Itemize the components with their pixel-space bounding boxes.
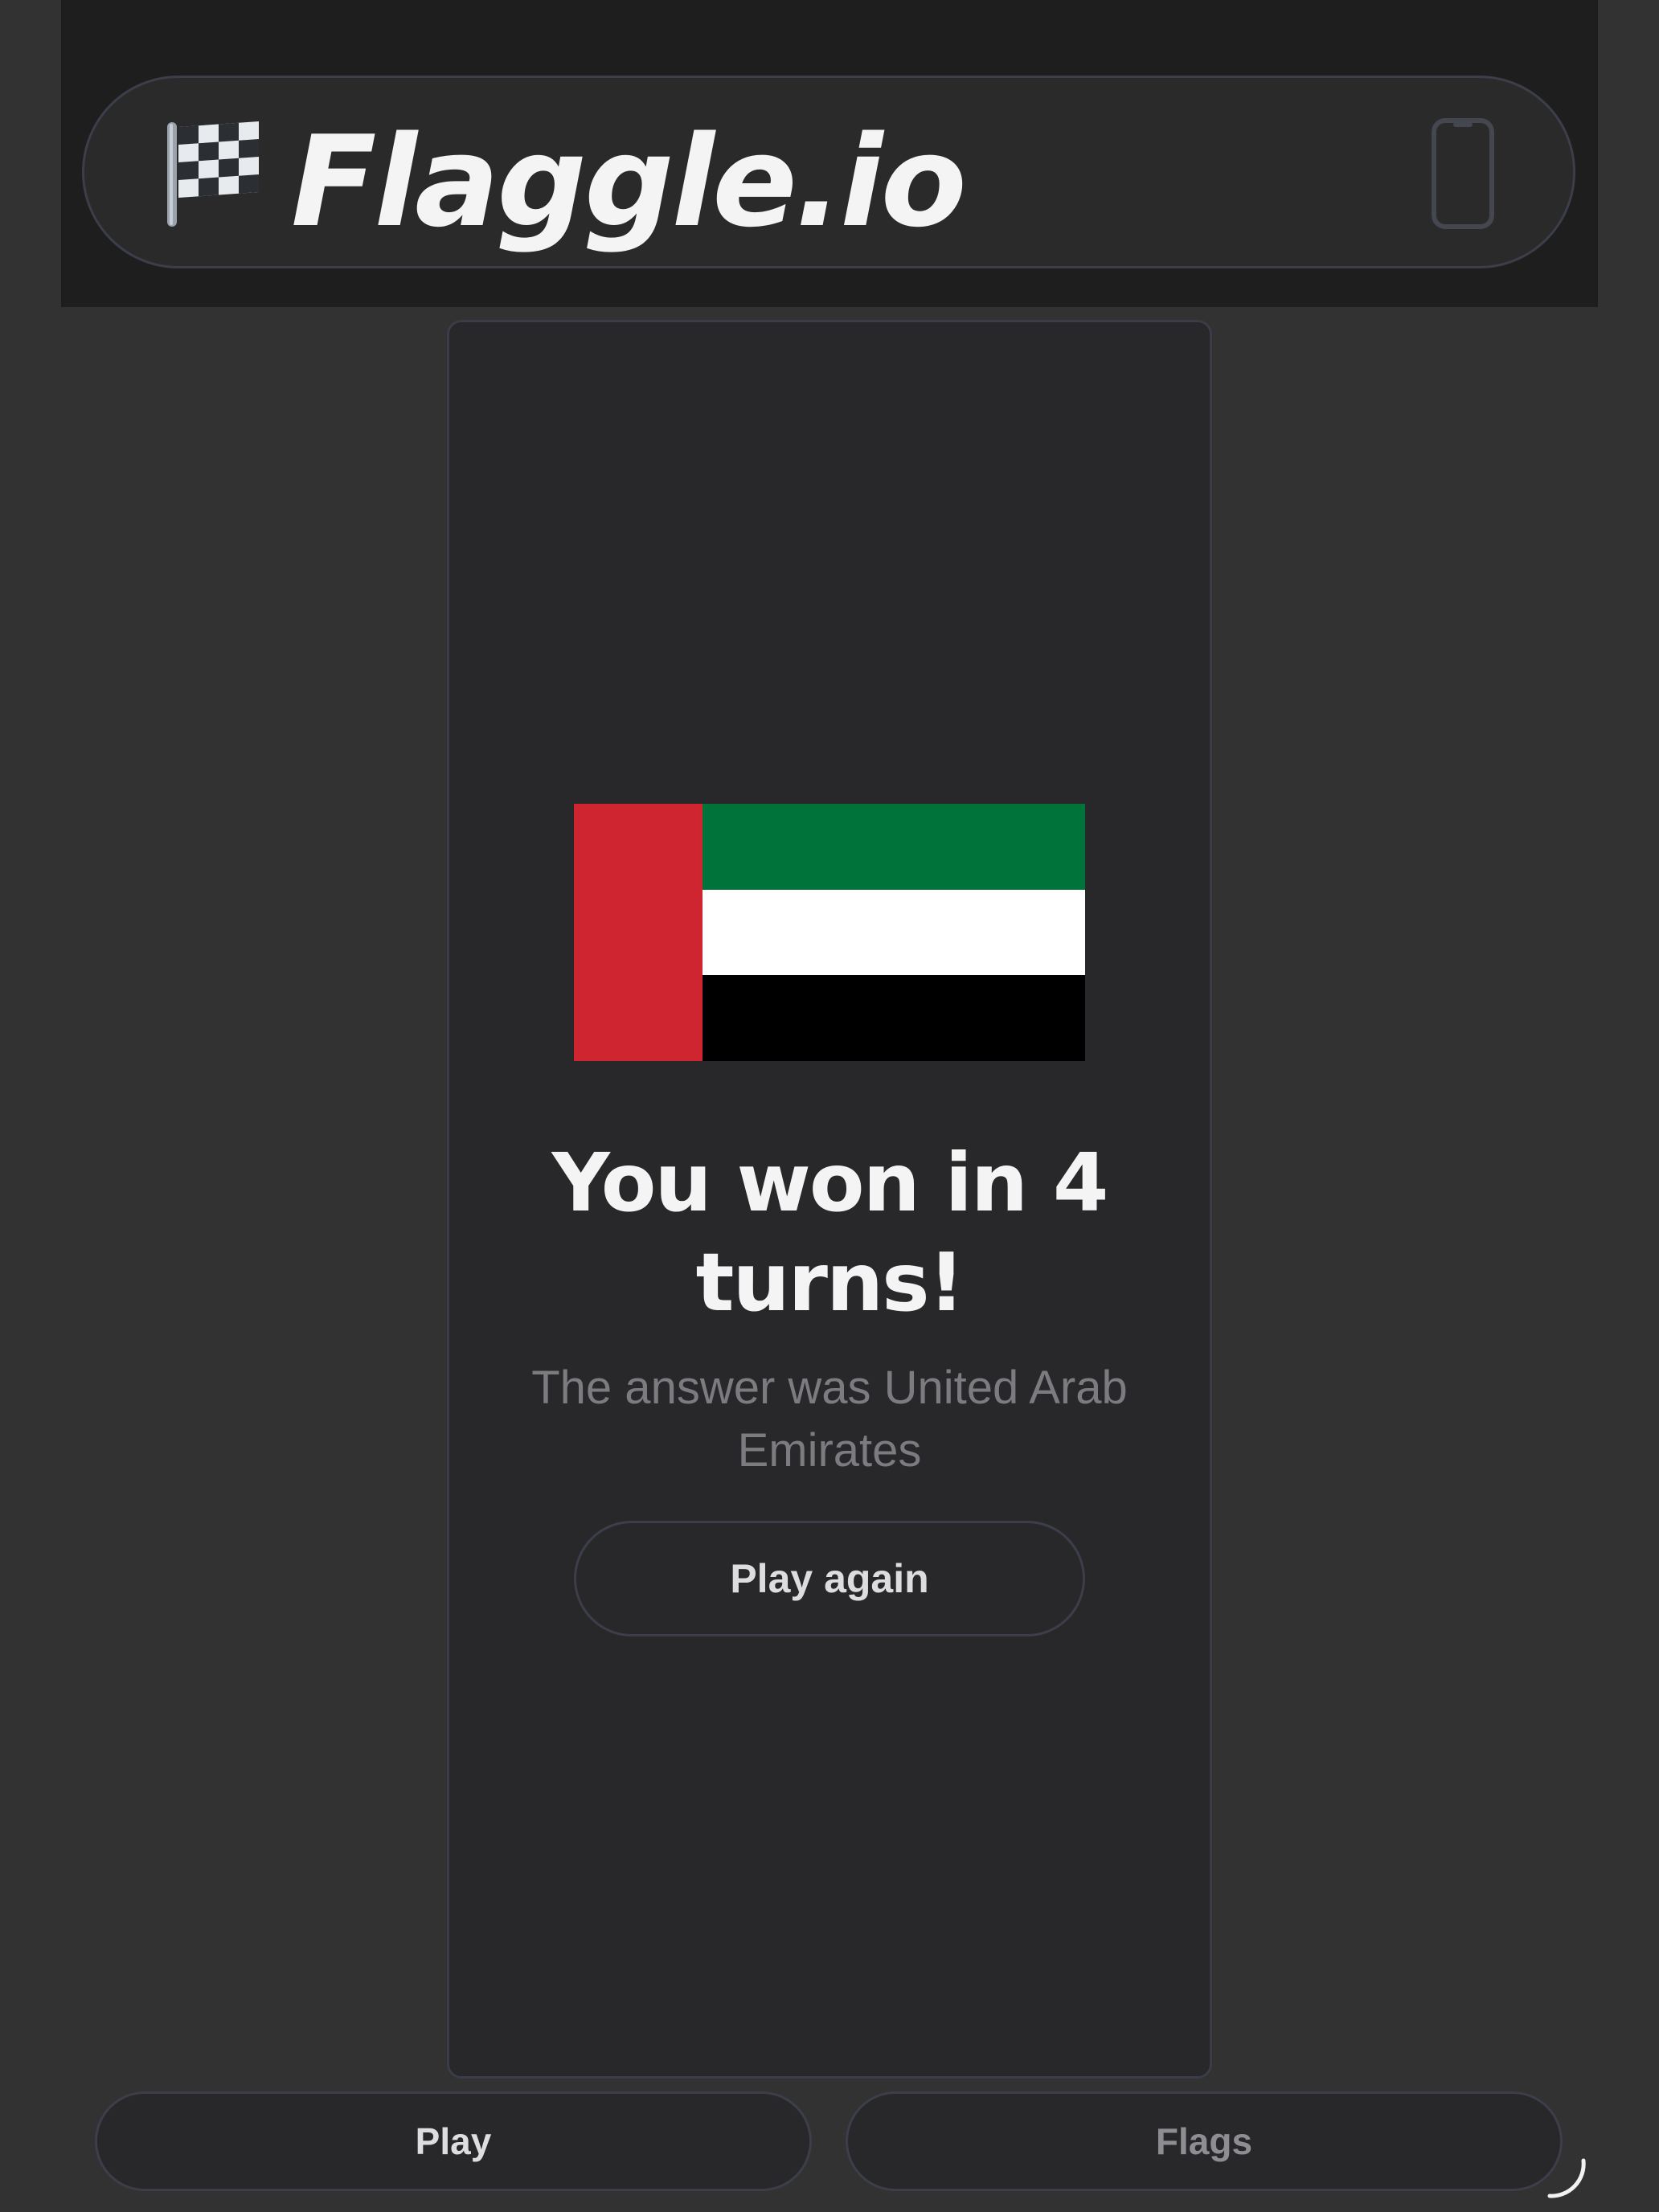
uae-flag-icon (574, 804, 1085, 1061)
play-again-button[interactable]: Play again (574, 1521, 1085, 1636)
answer-text: The answer was United Arab Emirates (447, 1357, 1212, 1482)
loading-spinner-icon (1547, 2158, 1586, 2198)
tab-flags[interactable]: Flags (846, 2091, 1563, 2191)
result-title-line: turns! (695, 1235, 965, 1329)
result-title-line: You won in 4 (551, 1136, 1109, 1230)
result-title: You won in 4 turns! (447, 1133, 1212, 1333)
answer-text-line: Emirates (737, 1424, 922, 1477)
app-title[interactable]: Flaggle.io (291, 109, 967, 254)
checkered-flag-icon (167, 121, 259, 227)
answer-text-line: The answer was United Arab (531, 1362, 1128, 1414)
page: Flaggle.io You won in 4 turns! The answe… (0, 0, 1659, 2212)
phone-icon[interactable] (1431, 117, 1495, 230)
tab-play[interactable]: Play (95, 2091, 812, 2191)
